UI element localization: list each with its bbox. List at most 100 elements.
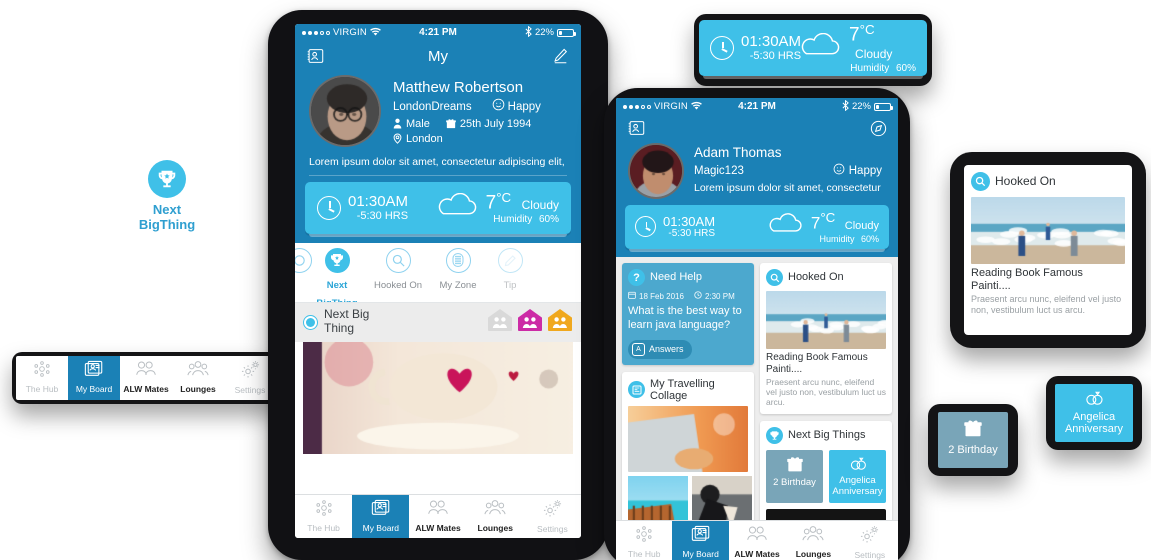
collage-photo-large[interactable]: [628, 406, 748, 472]
tab-my-board[interactable]: My Board: [352, 495, 409, 538]
weather-card[interactable]: 01:30AM -5:30 HRS 7°C Cloudy Humidity 60…: [305, 182, 571, 234]
segment-partial[interactable]: [295, 243, 307, 277]
rings-icon: [1057, 390, 1131, 410]
tile-label: Angelica: [1057, 411, 1131, 424]
tab-settings[interactable]: Settings: [842, 521, 898, 560]
tab-lounges[interactable]: Lounges: [172, 356, 224, 400]
tile-birthday[interactable]: 2 Birthday: [766, 450, 823, 504]
weather-card[interactable]: 01:30AM -5:30 HRS 7°C Cloudy Humidity 60…: [625, 205, 889, 249]
profile-handle: LondonDreams: [393, 99, 472, 115]
carrier-label: VIRGIN: [333, 27, 367, 38]
page-title: My: [295, 48, 581, 65]
avatar[interactable]: [628, 143, 684, 199]
floating-next-bigthing-badge[interactable]: Next BigThing: [128, 160, 206, 233]
card-body: Praesent arcu nunc, eleifend vel justo n…: [766, 377, 886, 408]
floating-hooked-on-frame: Hooked On Reading Book Famous Painti....…: [950, 152, 1146, 348]
gift-icon: [446, 118, 456, 132]
hub-icon: [634, 530, 654, 547]
segment-my-zone[interactable]: My Zone: [429, 243, 487, 295]
house-grey-icon[interactable]: [487, 308, 513, 337]
tile-label: 2 Birthday: [940, 444, 1006, 457]
segment-tip[interactable]: Tip: [487, 243, 533, 295]
card-need-help[interactable]: ? Need Help 18 Feb 2016 2:30 PM What is …: [622, 263, 754, 365]
segment-tabs[interactable]: Next BigThing Hooked On My Zone Tip: [295, 243, 581, 303]
weather-temp: 7: [849, 24, 860, 45]
post-header: Next Big Thing: [295, 303, 581, 342]
tab-label: Lounges: [172, 384, 224, 394]
weather-offset: -5:30 HRS: [741, 50, 801, 62]
phone2-statusbar: VIRGIN 4:21 PM 22%: [616, 98, 898, 115]
tile-anniversary[interactable]: Angelica Anniversary: [829, 450, 886, 504]
mates-icon: [427, 504, 449, 521]
tab-alw-mates[interactable]: ALW Mates: [729, 521, 785, 560]
tab-the-hub[interactable]: The Hub: [16, 356, 68, 400]
bottom-tabbar[interactable]: The Hub My Board ALW Mates Lounges Settings: [616, 520, 898, 560]
phone-1-frame: VIRGIN 4:21 PM 22% My Matthew Robertson …: [268, 10, 608, 560]
board-icon: [691, 530, 711, 547]
feed[interactable]: ? Need Help 18 Feb 2016 2:30 PM What is …: [616, 257, 898, 560]
floating-birthday-tile[interactable]: 2 Birthday: [938, 412, 1008, 468]
compass-icon[interactable]: [868, 118, 888, 138]
contact-card-icon[interactable]: [626, 118, 646, 138]
floating-tabbar-frame: The Hub My Board ALW Mates Lounges Settings: [12, 352, 280, 404]
post-radio-icon[interactable]: [303, 315, 318, 330]
floating-anniversary-frame: Angelica Anniversary: [1046, 376, 1142, 450]
card-travelling-collage[interactable]: My Travelling Collage: [622, 372, 754, 536]
gift-icon: [940, 419, 1006, 441]
tab-settings[interactable]: Settings: [524, 495, 581, 538]
person-icon: [393, 118, 402, 132]
segment-next-bigthing[interactable]: Next BigThing: [307, 243, 367, 303]
floating-anniversary-tile[interactable]: Angelica Anniversary: [1055, 384, 1133, 442]
tile-label-2: Anniversary: [1057, 423, 1131, 436]
search-icon: [386, 248, 411, 273]
tips-icon: [498, 248, 523, 273]
bluetooth-icon: [842, 100, 849, 114]
phone1-header: VIRGIN 4:21 PM 22% My Matthew Robertson …: [295, 24, 581, 243]
tab-label: The Hub: [616, 549, 672, 559]
tab-my-board[interactable]: My Board: [672, 521, 728, 560]
phone-2-screen: VIRGIN 4:21 PM 22% Adam Thomas Magic123 …: [616, 98, 898, 560]
tile-label-2: Anniversary: [831, 487, 884, 498]
lounges-icon: [484, 504, 506, 521]
tab-alw-mates[interactable]: ALW Mates: [120, 356, 172, 400]
tab-label: The Hub: [295, 523, 352, 533]
post-image[interactable]: [303, 342, 573, 454]
hooked-on-photo[interactable]: [971, 197, 1125, 264]
weather-offset: -5:30 HRS: [348, 210, 408, 222]
tab-lounges[interactable]: Lounges: [785, 521, 841, 560]
floating-weather-card[interactable]: 01:30AM -5:30 HRS 7°C Cloudy Humidity 60…: [699, 20, 927, 76]
tab-alw-mates[interactable]: ALW Mates: [409, 495, 466, 538]
badge-line2: BigThing: [128, 218, 206, 233]
avatar[interactable]: [309, 75, 381, 147]
house-magenta-icon[interactable]: [517, 308, 543, 337]
clock-icon: [317, 196, 341, 220]
bottom-tabbar[interactable]: The Hub My Board ALW Mates Lounges Settings: [295, 494, 581, 538]
tab-lounges[interactable]: Lounges: [467, 495, 524, 538]
lounges-icon: [187, 365, 209, 382]
house-icon-group[interactable]: [487, 308, 573, 337]
weather-condition: Cloudy: [845, 220, 879, 232]
pin-icon: [393, 133, 402, 147]
weather-local-time: 01:30AM: [663, 215, 715, 229]
segment-label: Next BigThing: [316, 280, 357, 303]
phone1-statusbar: VIRGIN 4:21 PM 22%: [295, 24, 581, 41]
profile-birthday: 25th July 1994: [460, 118, 532, 130]
phone1-profile: Matthew Robertson LondonDreams Happy Mal…: [295, 71, 581, 153]
signal-dots-icon: [302, 31, 330, 35]
card-hooked-on[interactable]: Hooked On Reading Book Famous Painti....…: [760, 263, 892, 414]
tab-the-hub[interactable]: The Hub: [295, 495, 352, 538]
segment-hooked-on[interactable]: Hooked On: [367, 243, 429, 295]
floating-hooked-on-card[interactable]: Hooked On Reading Book Famous Painti....…: [964, 165, 1132, 335]
board-icon: [84, 365, 104, 382]
smiley-icon: [833, 163, 845, 180]
tab-the-hub[interactable]: The Hub: [616, 521, 672, 560]
hooked-on-photo[interactable]: [766, 291, 886, 349]
battery-percent: 22%: [852, 101, 871, 112]
calendar-icon: [628, 291, 636, 301]
tab-my-board[interactable]: My Board: [68, 356, 120, 400]
house-orange-icon[interactable]: [547, 308, 573, 337]
floating-tabbar[interactable]: The Hub My Board ALW Mates Lounges Settings: [16, 356, 276, 400]
answers-button[interactable]: A Answers: [628, 340, 692, 359]
card-caption: Reading Book Famous Painti....: [971, 267, 1125, 292]
settings-icon: [859, 531, 880, 548]
